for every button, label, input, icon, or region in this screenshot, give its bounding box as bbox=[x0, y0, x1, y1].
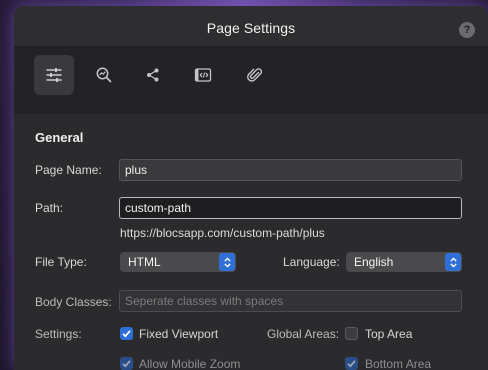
path-url-preview: https://blocsapp.com/custom-path/plus bbox=[120, 226, 325, 240]
tab-attachments[interactable] bbox=[235, 55, 275, 95]
section-title-general: General bbox=[35, 130, 84, 145]
page-settings-dialog: Page Settings ? General Page Name: plus … bbox=[14, 6, 488, 370]
sliders-icon bbox=[46, 68, 62, 82]
path-input[interactable]: custom-path bbox=[119, 197, 462, 219]
global-areas-label: Global Areas: bbox=[267, 327, 340, 341]
allow-mobile-zoom-label: Allow Mobile Zoom bbox=[139, 357, 241, 370]
question-circle-icon[interactable]: ? bbox=[459, 22, 475, 38]
tab-social[interactable] bbox=[133, 55, 173, 95]
checkmark-icon bbox=[347, 360, 356, 368]
tab-code[interactable] bbox=[183, 55, 223, 95]
body-classes-input[interactable]: Seperate classes with spaces bbox=[119, 290, 462, 312]
file-type-label: File Type: bbox=[35, 255, 87, 269]
page-name-input[interactable]: plus bbox=[119, 159, 462, 181]
tab-general[interactable] bbox=[34, 55, 74, 95]
language-label: Language: bbox=[283, 255, 340, 269]
search-analytics-icon bbox=[96, 67, 112, 83]
code-icon bbox=[194, 68, 212, 82]
paperclip-icon bbox=[247, 68, 263, 82]
dialog-title: Page Settings bbox=[206, 20, 296, 36]
file-type-select[interactable]: HTML bbox=[120, 252, 236, 272]
body-classes-label: Body Classes: bbox=[35, 295, 112, 309]
fixed-viewport-label: Fixed Viewport bbox=[139, 327, 219, 341]
settings-tab-bar bbox=[14, 46, 488, 114]
checkmark-icon bbox=[122, 330, 131, 338]
dialog-titlebar: Page Settings ? bbox=[14, 6, 488, 46]
page-name-label: Page Name: bbox=[35, 163, 102, 177]
path-label: Path: bbox=[35, 201, 64, 215]
chevron-updown-icon bbox=[445, 253, 461, 271]
bottom-area-checkbox[interactable] bbox=[345, 357, 358, 370]
fixed-viewport-checkbox[interactable] bbox=[120, 327, 133, 340]
file-type-value: HTML bbox=[128, 255, 161, 269]
chevron-updown-icon bbox=[219, 253, 235, 271]
language-select[interactable]: English bbox=[346, 252, 462, 272]
general-settings-panel: General Page Name: plus Path: custom-pat… bbox=[14, 114, 488, 370]
top-area-label: Top Area bbox=[365, 327, 413, 341]
allow-mobile-zoom-checkbox[interactable] bbox=[120, 357, 133, 370]
checkmark-icon bbox=[122, 360, 131, 368]
top-area-checkbox[interactable] bbox=[345, 327, 358, 340]
settings-label: Settings: bbox=[35, 327, 82, 341]
share-icon bbox=[147, 68, 159, 82]
language-value: English bbox=[354, 255, 394, 269]
tab-seo[interactable] bbox=[84, 55, 124, 95]
bottom-area-label: Bottom Area bbox=[365, 357, 432, 370]
